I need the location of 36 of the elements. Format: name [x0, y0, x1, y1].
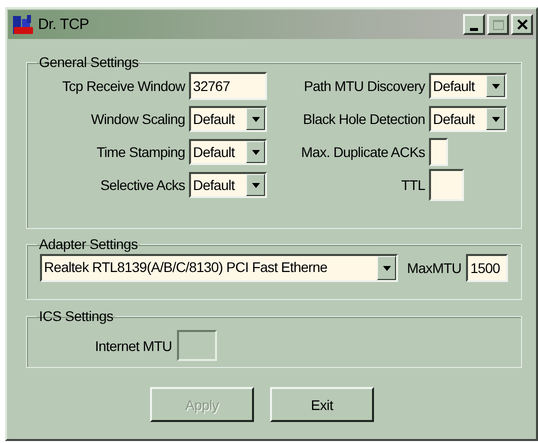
dropdown[interactable]: Default [189, 172, 267, 198]
field-label: Time Stamping [96, 144, 185, 160]
input-field[interactable]: 1500 [466, 254, 508, 282]
close-button[interactable] [511, 14, 533, 35]
group-title: General Settings [38, 54, 140, 70]
caret-icon [492, 116, 500, 122]
dropdown[interactable]: Default [189, 106, 267, 132]
close-icon [516, 19, 528, 30]
minimize-button[interactable] [463, 14, 485, 35]
field-label: Tcp Receive Window [62, 78, 185, 94]
field-label: TTL [401, 177, 425, 193]
caret-icon [492, 84, 500, 88]
input-field[interactable]: 32767 [189, 72, 267, 100]
dropdown[interactable]: Default [429, 106, 507, 132]
maximize-button[interactable] [487, 14, 509, 35]
field-label: Internet MTU [95, 338, 172, 354]
field-label: Path MTU Discovery [304, 78, 425, 94]
caret-icon [252, 116, 260, 122]
window-title: Dr. TCP [38, 16, 90, 33]
field-label: MaxMTU [407, 260, 462, 276]
field-label: Selective Acks [100, 177, 185, 193]
dropdown[interactable]: Realtek RTL8139(A/B/C/8130) PCI Fast Etherne [40, 254, 398, 282]
dropdown[interactable]: Default [189, 139, 267, 165]
dropdown[interactable]: Default [429, 73, 507, 99]
group-title: ICS Settings [38, 308, 114, 324]
field-label: Black Hole Detection [303, 111, 425, 127]
dialog-button[interactable]: Exit [270, 387, 374, 422]
app-icon [12, 14, 34, 36]
field-label: Window Scaling [91, 111, 185, 127]
input-field[interactable] [429, 138, 448, 166]
group-title: Adapter Settings [38, 236, 139, 252]
caret-icon [252, 182, 260, 188]
caret-icon [252, 150, 260, 154]
input-field[interactable] [429, 169, 464, 201]
field-label: Max. Duplicate ACKs [301, 144, 425, 160]
caret-icon [382, 266, 390, 270]
